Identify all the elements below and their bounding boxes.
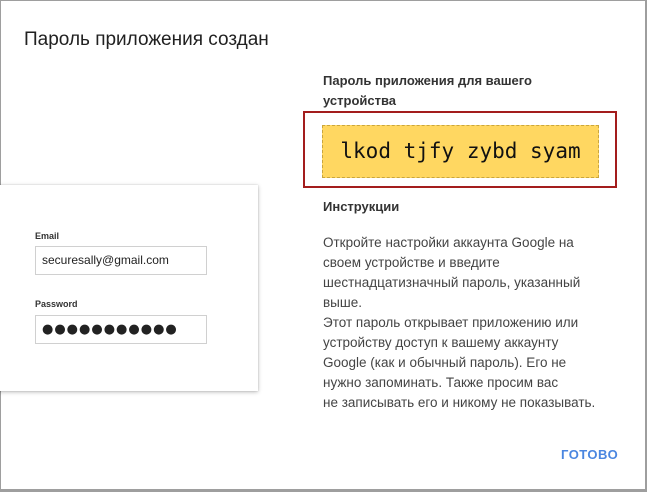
email-label: Email: [35, 231, 60, 241]
app-password-heading: Пароль приложения для вашего устройства: [323, 73, 532, 108]
password-label: Password: [35, 299, 78, 309]
instructions-text: Откройте настройки аккаунта Google на св…: [323, 235, 596, 410]
login-illustration-card: Email securesally@gmail.com Password ●●●…: [0, 185, 258, 391]
email-field: securesally@gmail.com: [35, 246, 207, 275]
done-button[interactable]: ГОТОВО: [555, 445, 624, 464]
password-field: ●●●●●●●●●●●: [35, 315, 207, 344]
app-password-dialog: Пароль приложения создан Email securesal…: [0, 1, 645, 489]
app-password-value[interactable]: lkod tjfy zybd syam: [322, 125, 599, 178]
instructions-heading: Инструкции: [323, 199, 400, 214]
dialog-title: Пароль приложения создан: [24, 29, 269, 50]
